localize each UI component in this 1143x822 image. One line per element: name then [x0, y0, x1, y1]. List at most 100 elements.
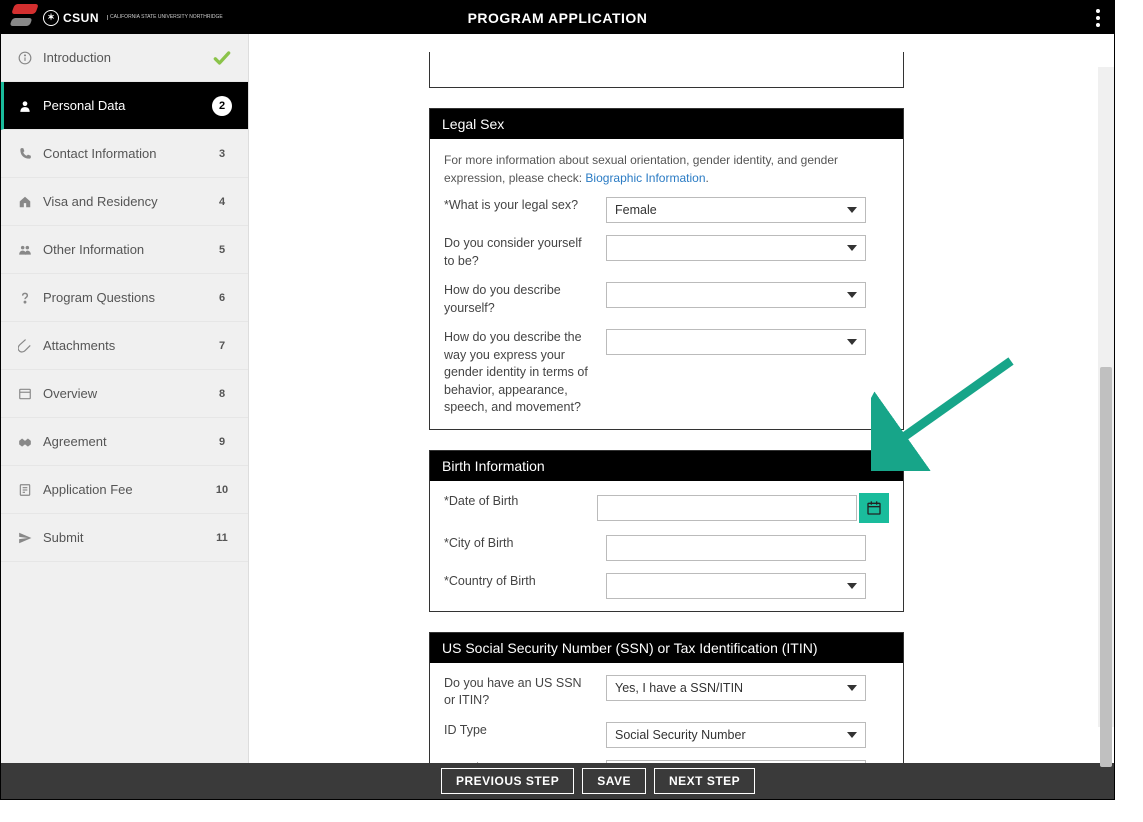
info-icon	[17, 51, 33, 65]
sidebar-item-program-questions[interactable]: Program Questions 6	[1, 274, 248, 322]
sidebar-item-introduction[interactable]: Introduction	[1, 34, 248, 82]
field-label: ID Type	[444, 722, 592, 740]
previous-step-button[interactable]: PREVIOUS STEP	[441, 768, 574, 794]
csun-logo: ✶ CSUN CALIFORNIA STATE UNIVERSITY NORTH…	[43, 10, 223, 26]
info-suffix: .	[706, 171, 709, 185]
sidebar-item-label: Overview	[43, 386, 212, 401]
logo-subtitle: CALIFORNIA STATE UNIVERSITY NORTHRIDGE	[107, 15, 223, 20]
app-header: ✶ CSUN CALIFORNIA STATE UNIVERSITY NORTH…	[1, 1, 1114, 34]
sidebar-item-submit[interactable]: Submit 11	[1, 514, 248, 562]
field-country-of-birth: *Country of Birth	[444, 573, 889, 599]
field-label: *SSN/ITIN	[444, 760, 592, 764]
sidebar-item-label: Application Fee	[43, 482, 212, 497]
sidebar-nav: Introduction Personal Data 2 Contact Inf…	[1, 34, 249, 763]
field-legal-sex: *What is your legal sex? Female	[444, 197, 889, 223]
step-badge: 2	[212, 96, 232, 116]
field-label: Do you consider yourself to be?	[444, 235, 592, 270]
consider-yourself-select[interactable]	[606, 235, 866, 261]
field-label: *What is your legal sex?	[444, 197, 592, 215]
sidebar-item-personal-data[interactable]: Personal Data 2	[1, 82, 248, 130]
card-header: US Social Security Number (SSN) or Tax I…	[430, 633, 903, 663]
sidebar-item-label: Program Questions	[43, 290, 212, 305]
sidebar-item-label: Contact Information	[43, 146, 212, 161]
scrollbar-track[interactable]	[1098, 67, 1114, 727]
ssn-input[interactable]	[606, 760, 866, 764]
sidebar-item-attachments[interactable]: Attachments 7	[1, 322, 248, 370]
sidebar-item-contact-information[interactable]: Contact Information 3	[1, 130, 248, 178]
card-body: *Date of Birth *City of Birth	[430, 481, 903, 611]
sidebar-item-label: Submit	[43, 530, 212, 545]
csun-seal-icon: ✶	[43, 10, 59, 26]
field-date-of-birth: *Date of Birth	[444, 493, 889, 523]
step-badge: 4	[212, 192, 232, 212]
sidebar-item-other-information[interactable]: Other Information 5	[1, 226, 248, 274]
phone-icon	[17, 147, 33, 161]
sidebar-item-application-fee[interactable]: Application Fee 10	[1, 466, 248, 514]
kebab-menu-icon[interactable]	[1092, 5, 1104, 31]
group-icon	[17, 243, 33, 257]
sidebar-item-label: Agreement	[43, 434, 212, 449]
field-label: *Country of Birth	[444, 573, 592, 591]
paperclip-icon	[17, 339, 33, 353]
field-gender-expression: How do you describe the way you express …	[444, 329, 889, 417]
sidebar-item-visa-residency[interactable]: Visa and Residency 4	[1, 178, 248, 226]
step-badge: 8	[212, 384, 232, 404]
page-title: PROGRAM APPLICATION	[468, 10, 648, 26]
field-label: How do you describe the way you express …	[444, 329, 592, 417]
logo-decoration-icon	[9, 4, 37, 32]
calendar-button[interactable]	[859, 493, 889, 523]
field-consider-yourself: Do you consider yourself to be?	[444, 235, 889, 270]
main-content: Legal Sex For more information about sex…	[249, 34, 1114, 763]
field-ssn-number: *SSN/ITIN	[444, 760, 889, 764]
save-button[interactable]: SAVE	[582, 768, 646, 794]
field-id-type: ID Type Social Security Number	[444, 722, 889, 748]
footer-actions: PREVIOUS STEP SAVE NEXT STEP	[1, 763, 1114, 799]
step-badge: 10	[212, 480, 232, 500]
have-ssn-select[interactable]: Yes, I have a SSN/ITIN	[606, 675, 866, 701]
sidebar-item-agreement[interactable]: Agreement 9	[1, 418, 248, 466]
scrollbar-thumb[interactable]	[1100, 367, 1112, 767]
step-badge: 9	[212, 432, 232, 452]
country-of-birth-select[interactable]	[606, 573, 866, 599]
biographic-info-link[interactable]: Biographic Information	[585, 171, 705, 185]
sidebar-item-overview[interactable]: Overview 8	[1, 370, 248, 418]
logo-text: CSUN	[63, 11, 99, 25]
person-icon	[17, 99, 33, 113]
step-badge: 6	[212, 288, 232, 308]
step-badge: 3	[212, 144, 232, 164]
overview-icon	[17, 387, 33, 401]
legal-sex-select[interactable]: Female	[606, 197, 866, 223]
send-icon	[17, 531, 33, 545]
city-of-birth-input[interactable]	[606, 535, 866, 561]
fee-icon	[17, 483, 33, 497]
id-type-select[interactable]: Social Security Number	[606, 722, 866, 748]
checkmark-icon	[212, 48, 232, 68]
calendar-icon	[866, 500, 882, 516]
step-badge: 5	[212, 240, 232, 260]
date-input-group	[597, 493, 889, 523]
sidebar-item-label: Personal Data	[43, 98, 212, 113]
legal-sex-card: Legal Sex For more information about sex…	[429, 108, 904, 430]
card-body: For more information about sexual orient…	[430, 139, 903, 429]
gender-expression-select[interactable]	[606, 329, 866, 355]
ssn-card: US Social Security Number (SSN) or Tax I…	[429, 632, 904, 764]
field-label: Do you have an US SSN or ITIN?	[444, 675, 592, 710]
field-label: How do you describe yourself?	[444, 282, 592, 317]
logo-area: ✶ CSUN CALIFORNIA STATE UNIVERSITY NORTH…	[1, 4, 223, 32]
sidebar-item-label: Introduction	[43, 50, 212, 65]
card-header: Birth Information	[430, 451, 903, 481]
birth-info-card: Birth Information *Date of Birth	[429, 450, 904, 612]
field-describe-yourself: How do you describe yourself?	[444, 282, 889, 317]
handshake-icon	[17, 435, 33, 449]
step-badge: 7	[212, 336, 232, 356]
step-badge: 11	[212, 528, 232, 548]
describe-yourself-select[interactable]	[606, 282, 866, 308]
sidebar-item-label: Other Information	[43, 242, 212, 257]
next-step-button[interactable]: NEXT STEP	[654, 768, 755, 794]
partial-card-top	[429, 52, 904, 88]
date-of-birth-input[interactable]	[597, 495, 857, 521]
info-text: For more information about sexual orient…	[444, 151, 889, 187]
app-window: ✶ CSUN CALIFORNIA STATE UNIVERSITY NORTH…	[0, 0, 1115, 800]
field-label: *City of Birth	[444, 535, 592, 553]
field-label: *Date of Birth	[444, 493, 583, 511]
